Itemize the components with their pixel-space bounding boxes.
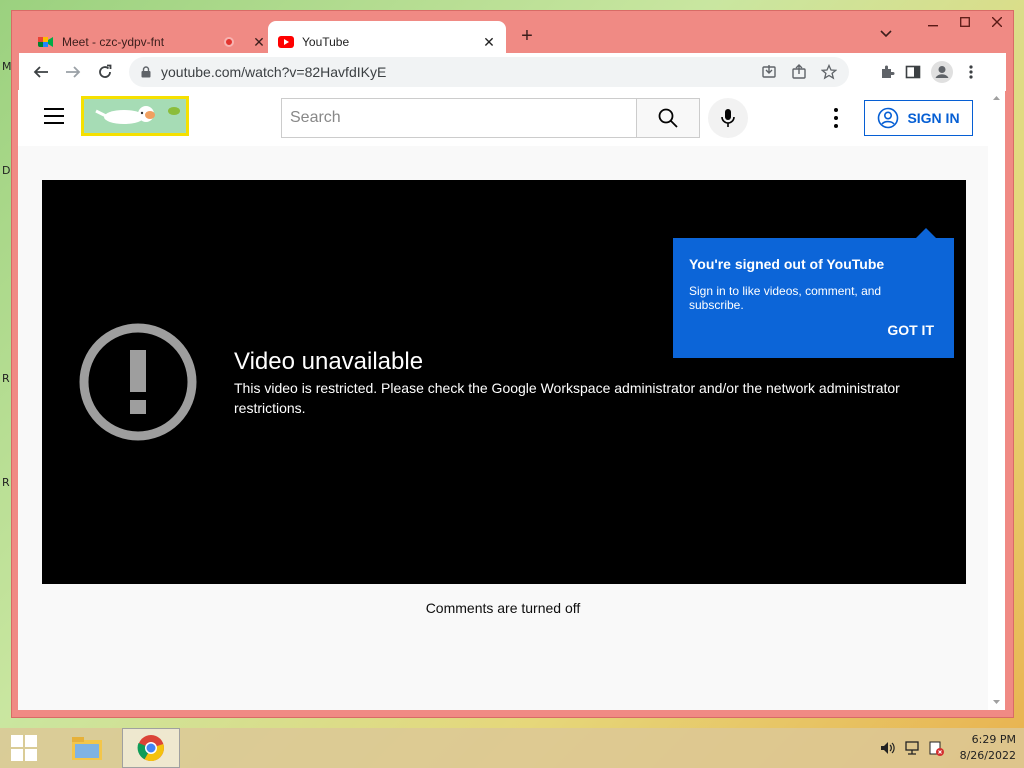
minimize-icon [928, 25, 938, 27]
network-icon[interactable] [904, 740, 920, 756]
system-tray: 6:29 PM 8/26/2022 [880, 728, 1016, 768]
tooltip-message: Sign in to like videos, comment, and sub… [689, 284, 882, 312]
got-it-button[interactable]: GOT IT [887, 322, 934, 338]
tab-title: Meet - czc-ydpv-fnt [62, 35, 165, 49]
sign-in-button[interactable]: SIGN IN [864, 100, 973, 136]
close-icon [992, 17, 1002, 27]
windows-logo-icon [11, 735, 37, 761]
arrow-right-icon [66, 66, 81, 78]
extensions-puzzle-icon[interactable] [879, 64, 895, 80]
desktop-icon-label: R [2, 476, 10, 489]
clock-time: 6:29 PM [971, 733, 1016, 746]
volume-icon[interactable] [880, 740, 896, 756]
search-icon [658, 108, 678, 128]
page-scrollbar[interactable] [988, 90, 1005, 710]
maximize-button[interactable] [949, 11, 981, 33]
voice-search-button[interactable] [708, 98, 748, 138]
youtube-doodle-logo[interactable] [81, 96, 189, 136]
new-tab-button[interactable]: + [516, 25, 538, 47]
close-tab-button[interactable]: ✕ [478, 34, 500, 51]
lock-icon [141, 66, 151, 78]
star-icon[interactable] [821, 64, 837, 80]
signed-out-tooltip: You're signed out of YouTube Sign in to … [673, 228, 954, 358]
desktop-icon-label: D [2, 164, 11, 177]
share-icon[interactable] [791, 64, 807, 80]
chrome-taskbar-button[interactable] [122, 728, 180, 768]
kebab-menu-icon[interactable] [963, 64, 979, 80]
google-meet-icon [38, 34, 54, 50]
chevron-down-icon [880, 30, 892, 38]
url-text: youtube.com/watch?v=82HavfdIKyE [161, 64, 387, 80]
sign-in-label: SIGN IN [907, 110, 960, 126]
action-center-warning-icon[interactable] [928, 740, 944, 756]
profile-avatar-icon[interactable] [931, 61, 953, 83]
error-message: This video is restricted. Please check t… [234, 380, 900, 416]
close-window-button[interactable] [981, 11, 1013, 33]
desktop-icon-label: R [2, 372, 10, 385]
folder-icon [72, 737, 102, 760]
youtube-icon [278, 34, 294, 50]
comments-status: Comments are turned off [425, 600, 581, 616]
youtube-page: Search SIGN IN Video unavailable This vi… [18, 90, 988, 710]
arrow-left-icon [33, 66, 48, 78]
clock-date: 8/26/2022 [959, 749, 1016, 762]
side-panel-icon[interactable] [905, 64, 921, 80]
taskbar: 6:29 PM 8/26/2022 [0, 728, 1024, 768]
search-placeholder: Search [290, 109, 341, 126]
browser-toolbar: youtube.com/watch?v=82HavfdIKyE [19, 53, 1006, 91]
error-title: Video unavailable [234, 348, 424, 375]
address-bar[interactable]: youtube.com/watch?v=82HavfdIKyE [129, 57, 849, 87]
start-button[interactable] [0, 728, 48, 768]
install-app-icon[interactable] [761, 64, 777, 80]
account-circle-icon [878, 107, 899, 129]
reload-button[interactable] [89, 56, 121, 88]
search-input[interactable]: Search [281, 98, 637, 138]
file-explorer-button[interactable] [58, 728, 116, 768]
maximize-icon [960, 17, 970, 27]
close-tab-button[interactable]: ✕ [248, 34, 270, 51]
chrome-icon [137, 735, 164, 762]
hamburger-menu-button[interactable] [44, 108, 64, 124]
recording-indicator-icon [224, 37, 234, 47]
forward-button[interactable] [57, 56, 89, 88]
tab-search-button[interactable] [877, 27, 895, 45]
window-controls [917, 11, 1013, 33]
tooltip-title: You're signed out of YouTube [689, 256, 885, 272]
exclamation-circle-icon [79, 323, 197, 441]
search-button[interactable] [636, 98, 700, 138]
system-clock[interactable]: 6:29 PM 8/26/2022 [960, 732, 1016, 764]
tab-title: YouTube [302, 35, 350, 49]
settings-menu-button[interactable] [826, 108, 846, 128]
reload-icon [99, 64, 112, 78]
youtube-header: Search SIGN IN [18, 90, 988, 146]
microphone-icon [721, 109, 735, 127]
minimize-button[interactable] [917, 11, 949, 33]
back-button[interactable] [25, 56, 57, 88]
